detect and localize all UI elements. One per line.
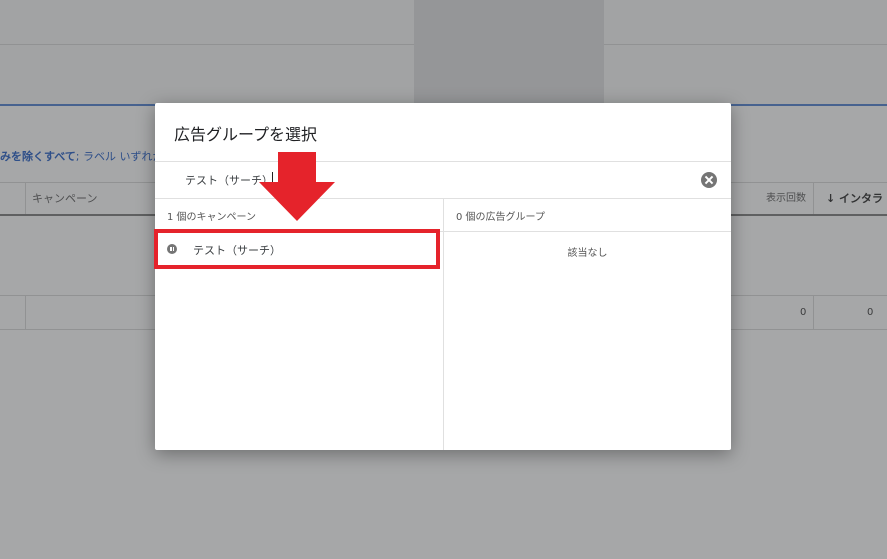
ad-group-column: 0 個の広告グループ 該当なし: [444, 198, 731, 450]
select-ad-group-dialog: 広告グループを選択 1 個のキャンペーン テスト（サーチ） 0 個の広告グループ…: [155, 103, 731, 450]
annotation-arrow-icon: [259, 152, 335, 221]
dialog-title: 広告グループを選択: [174, 125, 318, 144]
search-row: [155, 161, 731, 199]
campaign-count-header: 1 個のキャンペーン: [167, 212, 257, 223]
empty-message: 該当なし: [567, 248, 608, 259]
ad-group-count-header: 0 個の広告グループ: [456, 212, 545, 223]
clear-icon[interactable]: [701, 172, 717, 188]
annotation-highlight-box: [154, 229, 440, 269]
column-divider: [444, 231, 731, 232]
